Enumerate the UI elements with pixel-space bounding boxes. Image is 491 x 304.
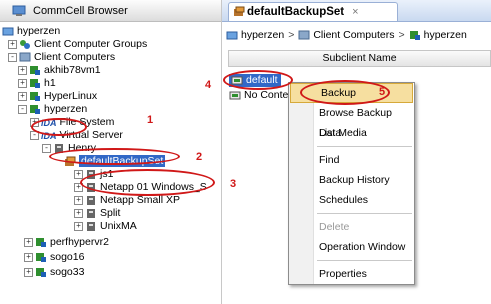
breadcrumb-separator: > bbox=[398, 29, 405, 41]
collapse-icon[interactable]: - bbox=[42, 143, 51, 153]
menu-item-delete[interactable]: Delete bbox=[289, 217, 414, 237]
expand-icon[interactable]: + bbox=[74, 221, 83, 231]
breadcrumb-item-hyperzen-client[interactable]: hyperzen bbox=[424, 29, 467, 41]
tree-node-perfhypervr2[interactable]: + perfhypervr2 bbox=[24, 236, 109, 249]
menu-item-list-media[interactable]: List Media bbox=[289, 123, 414, 143]
annotation-number-2: 2 bbox=[196, 151, 203, 163]
annotation-oval-2 bbox=[49, 148, 180, 165]
expand-icon[interactable]: + bbox=[8, 39, 17, 49]
client-icon bbox=[35, 237, 47, 248]
menu-item-browse-backup-data[interactable]: Browse Backup Data bbox=[289, 103, 414, 139]
client-icon bbox=[29, 65, 41, 76]
menu-item-operation-window[interactable]: Operation Window bbox=[289, 237, 414, 257]
expand-icon[interactable]: + bbox=[74, 169, 83, 179]
tree-node-akhib78vm1[interactable]: + akhib78vm1 bbox=[18, 64, 101, 77]
client-icon bbox=[29, 91, 41, 102]
commcell-browser-icon bbox=[12, 5, 26, 16]
annotation-oval-4 bbox=[223, 70, 293, 90]
client-computers-icon bbox=[19, 52, 31, 63]
annotation-oval-5 bbox=[300, 80, 390, 105]
tab-bar: defaultBackupSet × bbox=[222, 0, 491, 22]
menu-item-properties[interactable]: Properties bbox=[289, 264, 414, 284]
expand-icon[interactable]: + bbox=[18, 78, 27, 88]
backupset-icon bbox=[233, 6, 245, 17]
menu-separator bbox=[317, 260, 412, 261]
breadcrumb-separator: > bbox=[288, 29, 295, 41]
tree-node-sogo33[interactable]: + sogo33 bbox=[24, 266, 84, 279]
expand-icon[interactable]: + bbox=[24, 252, 33, 262]
annotation-number-4: 4 bbox=[205, 79, 212, 91]
column-header-subclient-name[interactable]: Subclient Name bbox=[228, 50, 491, 67]
tree-node-hyperzen-root[interactable]: hyperzen bbox=[2, 25, 60, 38]
menu-item-backup-history[interactable]: Backup History bbox=[289, 170, 414, 190]
tree-node-split[interactable]: + Split bbox=[74, 207, 120, 220]
instance-icon bbox=[85, 221, 97, 232]
expand-icon[interactable]: + bbox=[74, 208, 83, 218]
annotation-oval-3 bbox=[80, 169, 215, 196]
instance-icon bbox=[85, 208, 97, 219]
tab-label: defaultBackupSet bbox=[247, 6, 345, 18]
breadcrumb-item-client-computers[interactable]: Client Computers bbox=[313, 29, 394, 41]
annotation-number-3: 3 bbox=[230, 178, 237, 190]
client-icon bbox=[35, 252, 47, 263]
expand-icon[interactable]: + bbox=[24, 267, 33, 277]
expand-icon[interactable]: + bbox=[18, 91, 27, 101]
menu-item-find[interactable]: Find bbox=[289, 150, 414, 170]
tree-node-h1[interactable]: + h1 bbox=[18, 77, 56, 90]
annotation-oval-1 bbox=[31, 118, 87, 136]
context-menu: Backup Browse Backup Data List Media Fin… bbox=[288, 82, 415, 285]
tree-node-sogo16[interactable]: + sogo16 bbox=[24, 251, 84, 264]
commcell-icon bbox=[2, 26, 14, 37]
instance-icon bbox=[85, 195, 97, 206]
client-icon bbox=[35, 267, 47, 278]
collapse-icon[interactable]: - bbox=[18, 104, 27, 114]
commcell-icon bbox=[226, 30, 238, 41]
menu-separator bbox=[317, 213, 412, 214]
menu-separator bbox=[317, 146, 412, 147]
client-icon bbox=[409, 30, 421, 41]
tree-node-client-computers[interactable]: - Client Computers bbox=[8, 51, 115, 64]
tree-node-client-computer-groups[interactable]: + Client Computer Groups bbox=[8, 38, 147, 51]
expand-icon[interactable]: + bbox=[18, 65, 27, 75]
tree-node-unixma[interactable]: + UnixMA bbox=[74, 220, 137, 233]
grid-row-no-content[interactable]: No Conte bbox=[229, 89, 288, 102]
client-computers-icon bbox=[298, 30, 310, 41]
tree-node-hyperlinux[interactable]: + HyperLinux bbox=[18, 90, 97, 103]
tab-close-icon[interactable]: × bbox=[352, 6, 358, 18]
expand-icon[interactable]: + bbox=[74, 195, 83, 205]
client-icon bbox=[29, 78, 41, 89]
annotation-number-1: 1 bbox=[147, 114, 154, 126]
expand-icon[interactable]: + bbox=[24, 237, 33, 247]
breadcrumb: hyperzen > Client Computers > hyperzen bbox=[226, 27, 467, 43]
tree-node-netapp-small-xp[interactable]: + Netapp Small XP bbox=[74, 194, 180, 207]
client-icon bbox=[29, 104, 41, 115]
client-group-icon bbox=[19, 39, 31, 50]
commcell-browser-title: CommCell Browser bbox=[33, 4, 128, 17]
commcell-browser-header: CommCell Browser bbox=[0, 0, 221, 22]
subclient-icon bbox=[229, 90, 241, 101]
menu-item-schedules[interactable]: Schedules bbox=[289, 190, 414, 210]
tree-node-hyperzen-client[interactable]: - hyperzen bbox=[18, 103, 87, 116]
breadcrumb-item-hyperzen[interactable]: hyperzen bbox=[241, 29, 284, 41]
annotation-number-5: 5 bbox=[379, 86, 386, 98]
tab-defaultbackupset[interactable]: defaultBackupSet × bbox=[228, 2, 398, 21]
collapse-icon[interactable]: - bbox=[8, 52, 17, 62]
